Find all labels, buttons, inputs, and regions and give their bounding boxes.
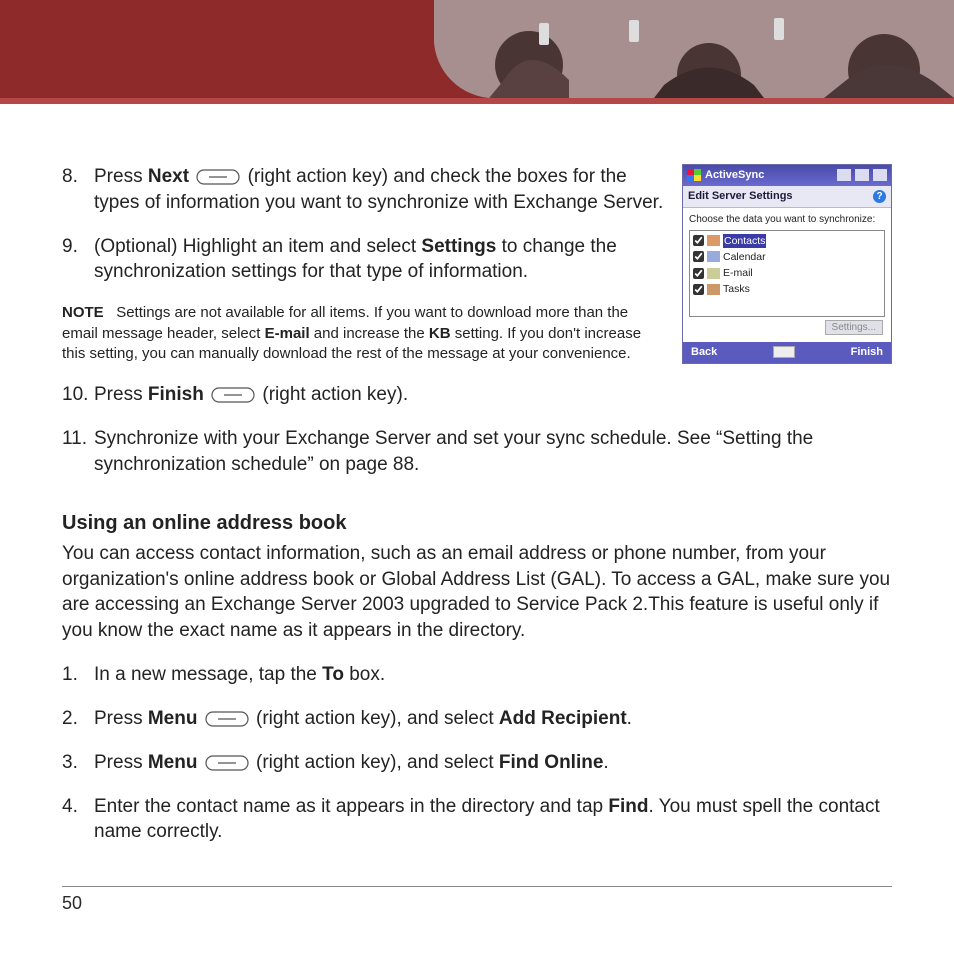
device-instruction: Choose the data you want to synchronize: bbox=[689, 213, 885, 227]
steps-bottom-list: 1.In a new message, tap the To box.2.Pre… bbox=[62, 662, 892, 845]
sync-label: Contacts bbox=[723, 234, 766, 248]
sync-checkbox[interactable] bbox=[693, 268, 704, 279]
sync-item[interactable]: Contacts bbox=[693, 233, 881, 249]
softkey-back[interactable]: Back bbox=[691, 345, 717, 360]
email-icon bbox=[707, 268, 720, 279]
sync-checkbox[interactable] bbox=[693, 251, 704, 262]
step-item: 4.Enter the contact name as it appears i… bbox=[62, 794, 892, 846]
signal-icon bbox=[855, 169, 869, 181]
device-softkeys: Back Finish bbox=[683, 342, 891, 363]
note-block: NOTE Settings are not available for all … bbox=[62, 303, 664, 364]
step-body: In a new message, tap the To box. bbox=[94, 662, 892, 688]
step-item: 9.(Optional) Highlight an item and selec… bbox=[62, 234, 664, 286]
step-body: Synchronize with your Exchange Server an… bbox=[94, 426, 892, 478]
action-key-icon bbox=[196, 169, 240, 185]
sync-checkbox[interactable] bbox=[693, 284, 704, 295]
step-number: 1. bbox=[62, 662, 94, 688]
page-content: 8.Press Next (right action key) and chec… bbox=[0, 104, 954, 893]
step-body: Press Next (right action key) and check … bbox=[94, 164, 664, 216]
step-number: 10. bbox=[62, 382, 94, 408]
help-icon[interactable]: ? bbox=[873, 190, 886, 203]
device-subtitle-bar: Edit Server Settings ? bbox=[683, 186, 891, 208]
note-label: NOTE bbox=[62, 304, 104, 321]
step-item: 10.Press Finish (right action key). bbox=[62, 382, 892, 408]
header-photo bbox=[434, 0, 954, 98]
device-screenshot: ActiveSync Edit Server Settings ? Choose… bbox=[682, 164, 892, 364]
note-body: Settings are not available for all items… bbox=[62, 304, 641, 362]
sync-checkbox[interactable] bbox=[693, 235, 704, 246]
steps-mid-list: 10.Press Finish (right action key).11.Sy… bbox=[62, 382, 892, 477]
device-title: ActiveSync bbox=[705, 168, 764, 183]
device-titlebar: ActiveSync bbox=[683, 165, 891, 186]
step-item: 8.Press Next (right action key) and chec… bbox=[62, 164, 664, 216]
step-body: Enter the contact name as it appears in … bbox=[94, 794, 892, 846]
step-number: 11. bbox=[62, 426, 94, 478]
step-item: 3.Press Menu (right action key), and sel… bbox=[62, 750, 892, 776]
sync-item[interactable]: E-mail bbox=[693, 265, 881, 281]
steps-top-list: 8.Press Next (right action key) and chec… bbox=[62, 164, 664, 285]
device-subtitle: Edit Server Settings bbox=[688, 189, 793, 204]
section-heading: Using an online address book bbox=[62, 510, 892, 537]
step-body: (Optional) Highlight an item and select … bbox=[94, 234, 664, 286]
sync-label: E-mail bbox=[723, 266, 753, 280]
step-item: 2.Press Menu (right action key), and sel… bbox=[62, 706, 892, 732]
windows-flag-icon bbox=[687, 169, 701, 181]
step-number: 3. bbox=[62, 750, 94, 776]
sync-label: Calendar bbox=[723, 250, 766, 264]
page-number: 50 bbox=[62, 886, 892, 914]
keyboard-icon[interactable] bbox=[773, 346, 795, 358]
step-body: Press Menu (right action key), and selec… bbox=[94, 706, 892, 732]
sync-label: Tasks bbox=[723, 282, 750, 296]
sync-list: Contacts Calendar E-mail Tasks bbox=[689, 230, 885, 317]
tasks-icon bbox=[707, 284, 720, 295]
speaker-icon bbox=[873, 169, 887, 181]
step-number: 2. bbox=[62, 706, 94, 732]
header-banner bbox=[0, 0, 954, 104]
sync-item[interactable]: Calendar bbox=[693, 249, 881, 265]
step-body: Press Finish (right action key). bbox=[94, 382, 892, 408]
step-body: Press Menu (right action key), and selec… bbox=[94, 750, 892, 776]
status-icon-1 bbox=[837, 169, 851, 181]
sync-item[interactable]: Tasks bbox=[693, 281, 881, 297]
action-key-icon bbox=[205, 755, 249, 771]
step-number: 4. bbox=[62, 794, 94, 846]
step-number: 9. bbox=[62, 234, 94, 286]
section-text: You can access contact information, such… bbox=[62, 541, 892, 644]
calendar-icon bbox=[707, 251, 720, 262]
step-number: 8. bbox=[62, 164, 94, 216]
action-key-icon bbox=[211, 387, 255, 403]
step-item: 1.In a new message, tap the To box. bbox=[62, 662, 892, 688]
softkey-finish[interactable]: Finish bbox=[851, 345, 883, 360]
step-item: 11.Synchronize with your Exchange Server… bbox=[62, 426, 892, 478]
action-key-icon bbox=[205, 711, 249, 727]
header-rule bbox=[0, 98, 954, 104]
contacts-icon bbox=[707, 235, 720, 246]
settings-button[interactable]: Settings... bbox=[825, 320, 883, 335]
